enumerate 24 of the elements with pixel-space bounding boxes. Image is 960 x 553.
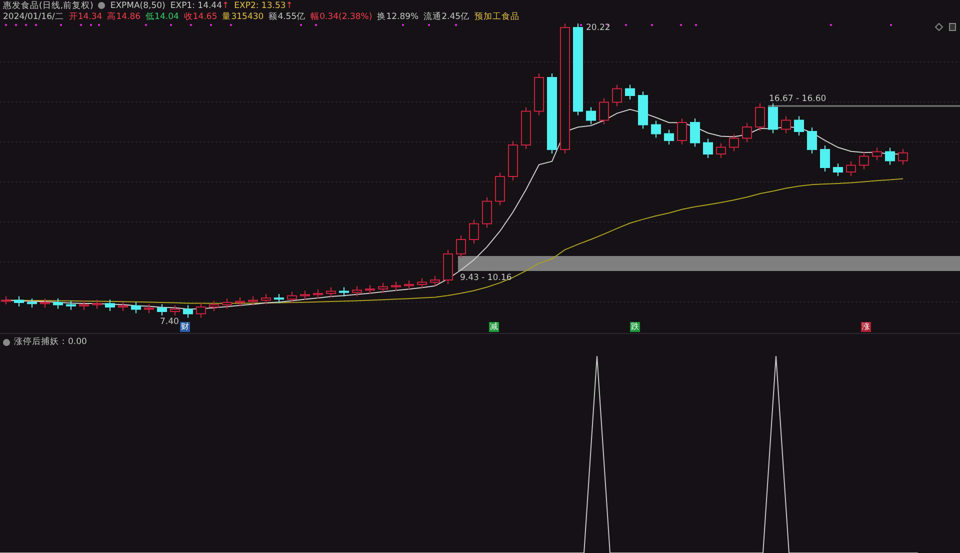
price-label: 9.43 - 10.16 [460,273,512,283]
quote-value: 2024/01/16/二 [3,10,64,22]
price-label: 7.40 [160,317,179,327]
stock-title: 惠发食品(日线,前复权) [3,0,94,12]
indicator-name: EXPMA(8,50) [110,0,166,10]
price-label: 16.67 - 16.60 [769,94,826,104]
quote-value: 低14.04 [146,10,179,22]
exp1-value: EXP1: 14.44↑ [170,0,230,10]
event-marker[interactable]: 财 [180,322,190,332]
event-marker[interactable]: 跌 [630,322,640,332]
quote-value: 开14.34 [68,10,102,22]
quote-value: 收14.65 [184,10,218,22]
quote-value: 换12.89% [377,10,419,22]
exp2-value: EXP2: 13.53↑ [234,0,293,10]
event-marker[interactable]: 减 [489,322,499,332]
indicator-label: 涨停后捕妖：0.00 [14,336,87,348]
quote-value: 预加工食品 [474,10,520,22]
quote-value: 幅0.34(2.38%) [310,10,372,22]
quote-value: 高14.86 [107,10,141,22]
quote-value: 量315430 [222,10,264,22]
quote-value: 流通2.45亿 [424,10,470,22]
event-marker[interactable]: 涨 [861,322,871,332]
price-label: 20.22 [586,23,610,33]
quote-value: 额4.55亿 [268,10,306,22]
